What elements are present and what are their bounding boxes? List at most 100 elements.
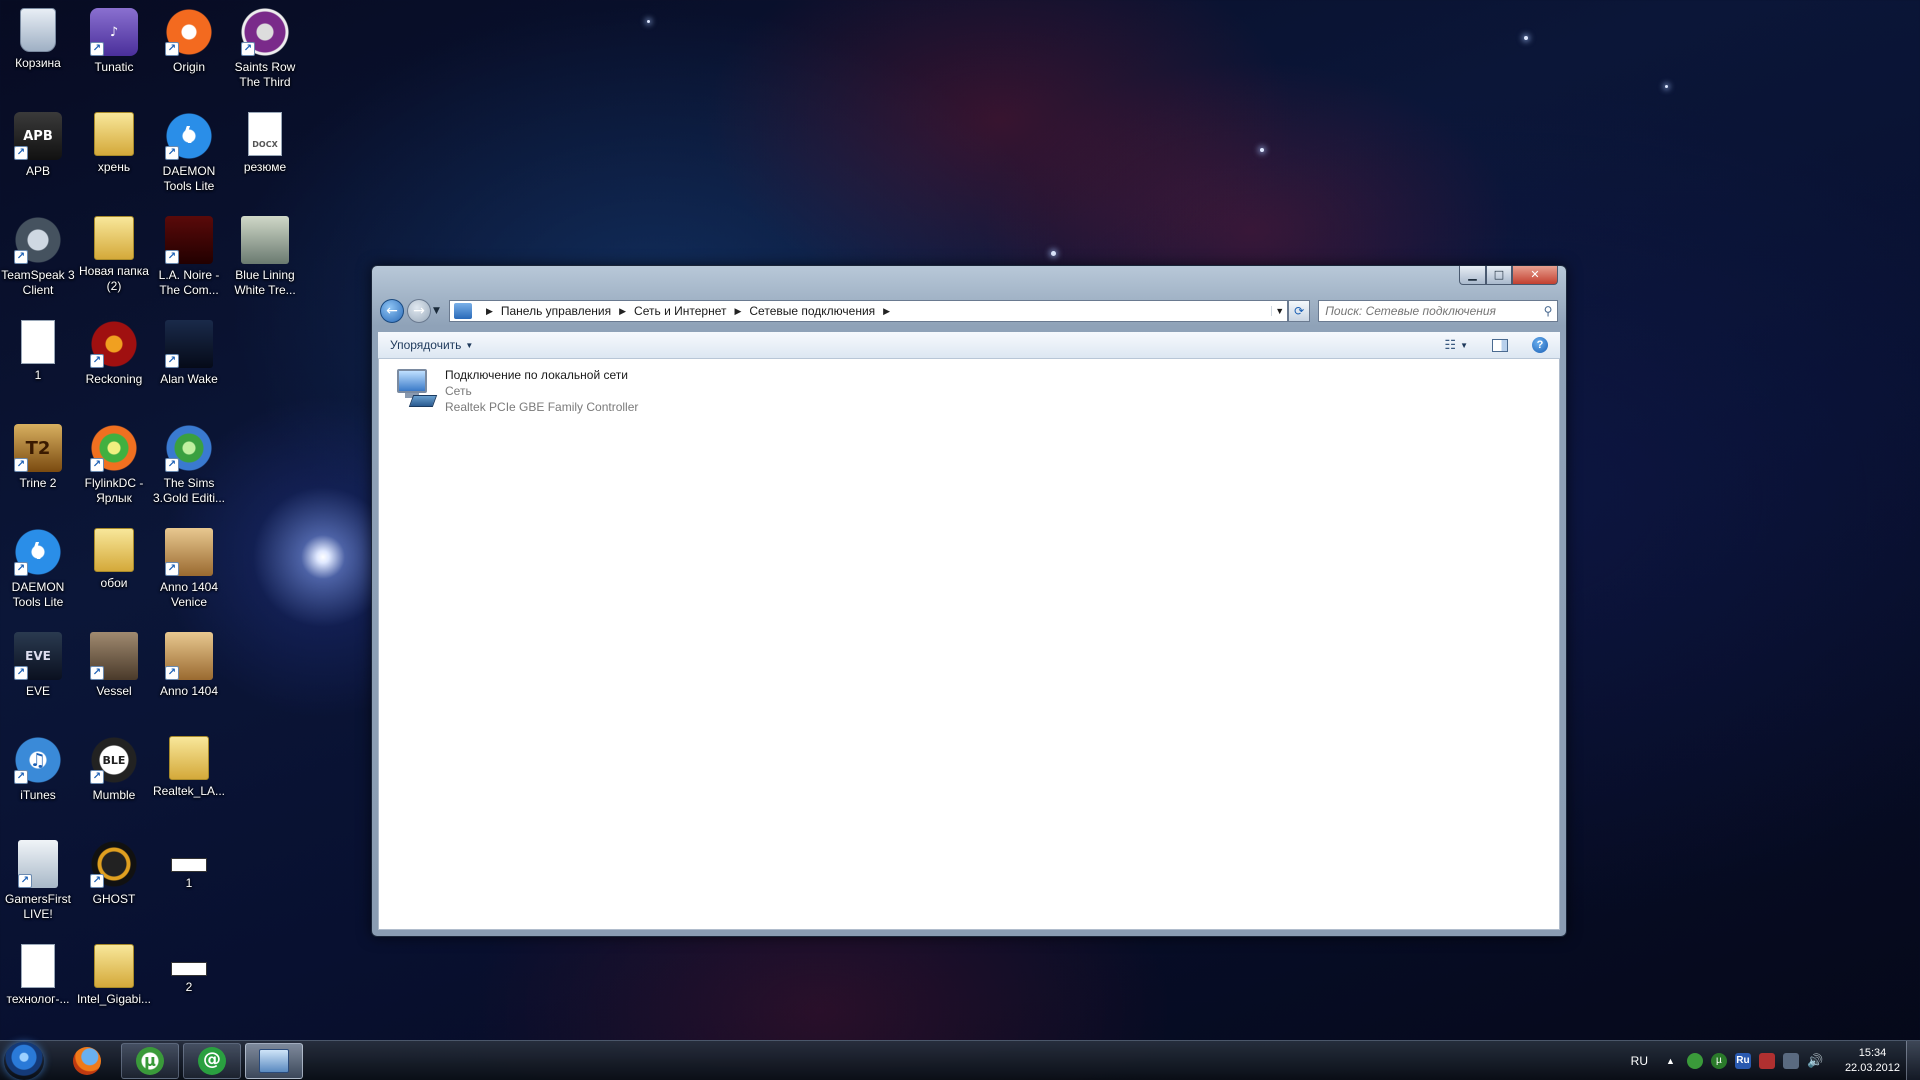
change-view-icon[interactable]: ☷ xyxy=(1444,337,1456,353)
address-dropdown-icon[interactable]: ▼ xyxy=(1271,306,1287,316)
breadcrumb-separator-icon[interactable]: ▶ xyxy=(883,306,890,317)
desktop-icon-shortcut-1[interactable]: 1 xyxy=(151,832,227,930)
forward-button[interactable]: → xyxy=(406,299,431,323)
back-button[interactable]: ← xyxy=(380,299,404,323)
ghost-icon: ↗ xyxy=(90,840,138,888)
desktop-icon-file-1[interactable]: 1 xyxy=(0,312,76,410)
breadcrumb-network-internet[interactable]: Сеть и Интернет xyxy=(634,304,726,318)
desktop-icon-tehnolog[interactable]: технолог-... xyxy=(0,936,76,1034)
saints-row-icon: ↗ xyxy=(241,8,289,56)
utorrent-icon: µ xyxy=(136,1047,164,1075)
tunatic-icon: ♪ ↗ xyxy=(90,8,138,56)
network-tray-icon[interactable] xyxy=(1782,1053,1799,1069)
search-box[interactable]: ⚲ xyxy=(1318,300,1558,322)
desktop-icon-saints-row[interactable]: ↗ Saints Row The Third xyxy=(227,0,303,98)
firefox-icon xyxy=(73,1047,101,1075)
taskbar-explorer[interactable] xyxy=(245,1043,303,1079)
punto-switcher-icon[interactable]: Ru xyxy=(1734,1053,1751,1069)
minimize-button[interactable]: ▁ xyxy=(1459,266,1486,285)
breadcrumb-separator-icon[interactable]: ▶ xyxy=(486,306,493,317)
explorer-window[interactable]: ▁ □ ✕ ← → ▼ ▶ Панель управления ▶ Сеть и… xyxy=(371,265,1567,937)
search-icon[interactable]: ⚲ xyxy=(1539,304,1557,318)
desktop-icon-intel-gigabit[interactable]: Intel_Gigabi... xyxy=(76,936,152,1034)
folder-icon xyxy=(94,112,134,156)
view-options-chevron-down-icon[interactable]: ▼ xyxy=(1460,341,1468,350)
desktop-icon-ghost[interactable]: ↗ GHOST xyxy=(76,832,152,930)
breadcrumb-network-connections[interactable]: Сетевые подключения xyxy=(749,304,875,318)
volume-icon[interactable]: 🔊 xyxy=(1807,1053,1823,1069)
desktop-icon-itunes[interactable]: ♫ ↗ iTunes xyxy=(0,728,76,826)
desktop-icon-tunatic[interactable]: ♪ ↗ Tunatic xyxy=(76,0,152,98)
network-connections-window-icon xyxy=(259,1049,289,1073)
organize-button[interactable]: Упорядочить ▼ xyxy=(390,338,473,352)
connection-adapter: Realtek PCIe GBE Family Controller xyxy=(445,400,639,414)
chevron-down-icon: ▼ xyxy=(465,340,474,350)
desktop-icon-trine-2[interactable]: T2 ↗ Trine 2 xyxy=(0,416,76,514)
action-center-flag-icon[interactable] xyxy=(1758,1053,1775,1069)
clock[interactable]: 15:34 22.03.2012 xyxy=(1845,1046,1900,1076)
connections-list[interactable]: Подключение по локальной сети Сеть Realt… xyxy=(378,359,1560,930)
desktop-icon-resume[interactable]: DOCX резюме xyxy=(227,104,303,202)
desktop-icon-folder-oboi[interactable]: обои xyxy=(76,520,152,618)
recent-pages-dropdown[interactable]: ▼ xyxy=(433,306,443,316)
text-file-icon xyxy=(21,320,55,364)
control-panel-icon xyxy=(453,303,472,319)
desktop-icon-daemon-tools-1[interactable]: ϟ ↗ DAEMON Tools Lite xyxy=(151,104,227,202)
help-icon[interactable]: ? xyxy=(1532,337,1548,353)
desktop-icon-la-noire[interactable]: ↗ L.A. Noire - The Com... xyxy=(151,208,227,306)
start-button[interactable] xyxy=(4,1042,44,1080)
language-indicator[interactable]: RU xyxy=(1631,1054,1648,1068)
desktop-icon-anno-venice[interactable]: ↗ Anno 1404 Venice xyxy=(151,520,227,618)
folder-icon xyxy=(169,736,209,780)
system-tray: RU ▲ µ Ru 🔊 15:34 22.03.2012 xyxy=(1631,1041,1900,1080)
breadcrumb-control-panel[interactable]: Панель управления xyxy=(501,304,611,318)
utorrent-tray-icon[interactable]: µ xyxy=(1710,1053,1727,1069)
breadcrumb-separator-icon[interactable]: ▶ xyxy=(734,306,741,317)
taskbar-mail-agent[interactable]: @ xyxy=(183,1043,241,1079)
desktop-icon-origin[interactable]: ↗ Origin xyxy=(151,0,227,98)
preview-pane-icon[interactable] xyxy=(1492,338,1508,352)
blue-lining-icon xyxy=(241,216,289,264)
show-hidden-icons-icon[interactable]: ▲ xyxy=(1666,1056,1675,1066)
daemon-tools-icon: ϟ ↗ xyxy=(165,112,213,160)
desktop-icon-folder-new-2[interactable]: Новая папка (2) xyxy=(76,208,152,306)
anno-icon: ↗ xyxy=(165,632,213,680)
desktop-icon-flylinkdc[interactable]: ↗ FlylinkDC - Ярлык xyxy=(76,416,152,514)
security-tray-icon[interactable] xyxy=(1686,1053,1703,1069)
refresh-button[interactable]: ⟳ xyxy=(1288,300,1311,322)
desktop-icon-realtek[interactable]: Realtek_LA... xyxy=(151,728,227,826)
desktop-icon-shortcut-2[interactable]: 2 xyxy=(151,936,227,1034)
close-button[interactable]: ✕ xyxy=(1512,266,1558,285)
desktop-icon-anno-1404[interactable]: ↗ Anno 1404 xyxy=(151,624,227,722)
desktop-icon-folder-hren[interactable]: хрень xyxy=(76,104,152,202)
desktop-icon-alan-wake[interactable]: ↗ Alan Wake xyxy=(151,312,227,410)
desktop-icon-sims-3[interactable]: ↗ The Sims 3.Gold Editi... xyxy=(151,416,227,514)
show-desktop-button[interactable] xyxy=(1906,1041,1920,1080)
desktop-icon-vessel[interactable]: ↗ Vessel xyxy=(76,624,152,722)
star xyxy=(1665,85,1668,88)
desktop-icon-teamspeak[interactable]: ↗ TeamSpeak 3 Client xyxy=(0,208,76,306)
search-input[interactable] xyxy=(1325,304,1539,318)
maximize-button[interactable]: □ xyxy=(1486,266,1512,285)
mail-agent-icon: @ xyxy=(198,1047,226,1075)
folder-icon xyxy=(94,944,134,988)
taskbar-firefox[interactable] xyxy=(58,1043,116,1079)
desktop-icon-blue-lining[interactable]: Blue Lining White Tre... xyxy=(227,208,303,306)
desktop-icon-recycle-bin[interactable]: Корзина xyxy=(0,0,76,98)
desktop-icon-mumble[interactable]: BLE ↗ Mumble xyxy=(76,728,152,826)
desktop-icon-daemon-tools-2[interactable]: ϟ ↗ DAEMON Tools Lite xyxy=(0,520,76,618)
shortcut-file-icon xyxy=(171,962,207,976)
mumble-icon: BLE ↗ xyxy=(90,736,138,784)
trine-icon: T2 ↗ xyxy=(14,424,62,472)
desktop-icon-reckoning[interactable]: ↗ Reckoning xyxy=(76,312,152,410)
address-bar[interactable]: ▶ Панель управления ▶ Сеть и Интернет ▶ … xyxy=(448,300,1289,322)
connection-item-local-area[interactable]: Подключение по локальной сети Сеть Realt… xyxy=(393,367,638,415)
desktop-icon-apb[interactable]: APB ↗ APB xyxy=(0,104,76,202)
desktop-icon-eve[interactable]: EVE ↗ EVE xyxy=(0,624,76,722)
breadcrumb-separator-icon[interactable]: ▶ xyxy=(619,306,626,317)
folder-icon xyxy=(94,528,134,572)
alan-wake-icon: ↗ xyxy=(165,320,213,368)
desktop-icon-gamersfirst[interactable]: ↗ GamersFirst LIVE! xyxy=(0,832,76,930)
star xyxy=(1524,36,1528,40)
taskbar-utorrent[interactable]: µ xyxy=(121,1043,179,1079)
